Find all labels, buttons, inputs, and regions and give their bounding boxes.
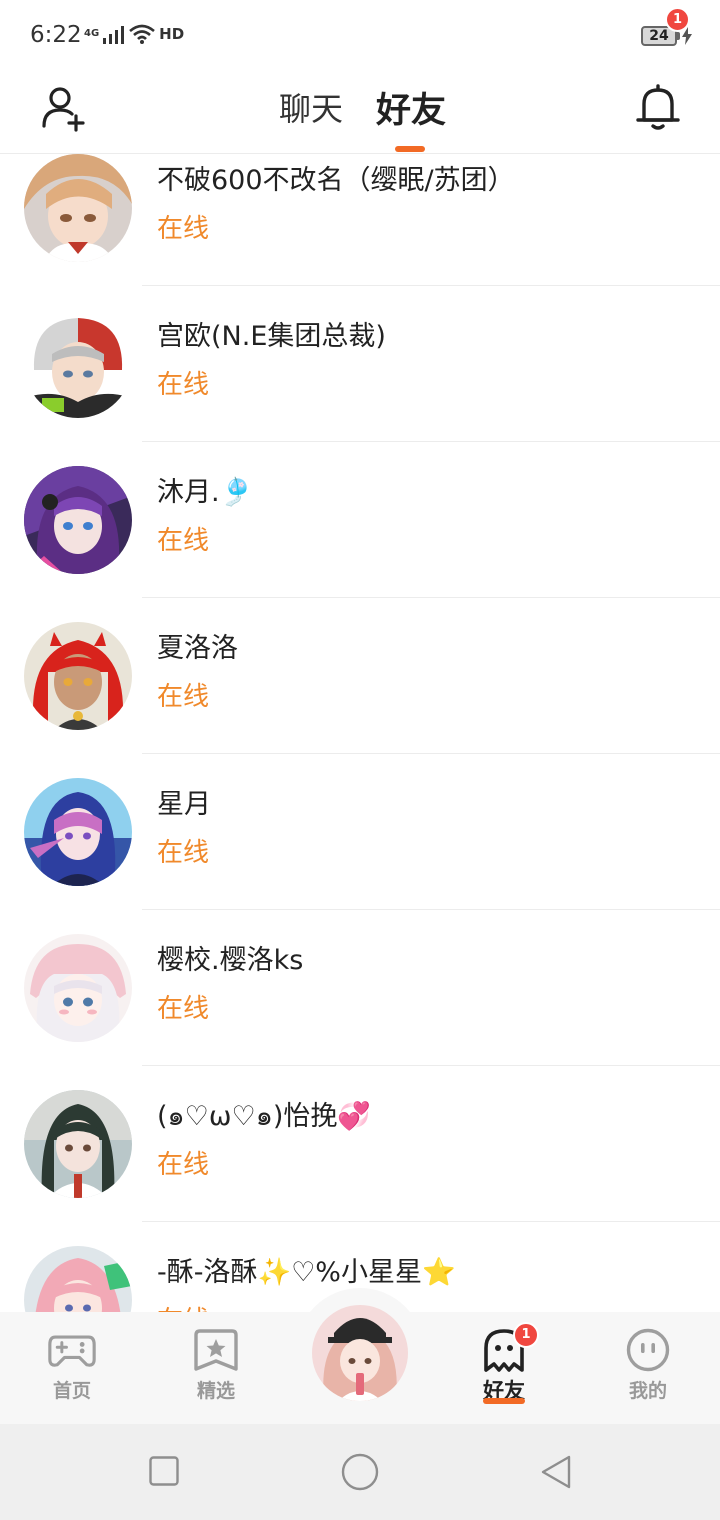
system-nav-bar [0,1424,720,1520]
friend-name: 宫欧(N.E集团总裁) [157,321,386,352]
bell-icon [636,84,680,130]
friend-name: 不破600不改名（缨眠/苏团） [157,165,515,196]
hd-indicator: HD [159,25,185,43]
add-friend-button[interactable] [40,84,88,132]
status-bar: 6:22 4G HD 24 [0,0,720,72]
status-time: 6:22 [30,22,82,48]
nav-profile[interactable]: 我的 [598,1312,698,1424]
avatar[interactable] [24,466,132,574]
avatar[interactable] [24,934,132,1042]
friend-status: 在线 [157,838,210,868]
avatar[interactable] [24,622,132,730]
battery-level: 24 [649,28,669,44]
friend-name: 沐月.🎐 [157,477,254,508]
active-tab-indicator [395,146,425,152]
friend-name: 星月 [157,789,211,820]
tab-friends[interactable]: 好友 [376,82,446,133]
home-circle-icon[interactable] [341,1453,379,1491]
notification-button[interactable] [634,82,682,132]
nav-featured[interactable]: 精选 [166,1312,266,1424]
status-icons: 4G HD [84,24,184,44]
nav-home[interactable]: 首页 [22,1312,122,1424]
wifi-icon [129,24,156,44]
tab-chat[interactable]: 聊天 [279,84,343,130]
friend-item[interactable]: (๑♡ω♡๑)怡挽💞 在线 [0,1066,720,1222]
friend-item[interactable]: 沐月.🎐 在线 [0,442,720,598]
face-icon [626,1328,670,1372]
gamepad-icon [48,1335,96,1367]
nav-active-underline [483,1398,525,1404]
friend-list[interactable]: 不破600不改名（缨眠/苏团） 在线 宫欧(N.E集团总裁) 在线 沐月.🎐 在… [0,154,720,1312]
friend-status: 在线 [157,214,210,244]
avatar[interactable] [24,778,132,886]
friend-status: 在线 [157,526,210,556]
recent-apps-icon[interactable] [149,1456,179,1486]
friend-item[interactable]: 夏洛洛 在线 [0,598,720,754]
battery-tip [677,32,680,40]
network-type: 4G [84,28,100,39]
friend-status: 在线 [157,370,210,400]
avatar[interactable] [24,154,132,262]
friend-status: 在线 [157,1300,209,1312]
friend-name: 樱校.樱洛ks [157,945,304,976]
friend-item[interactable]: 星月 在线 [0,754,720,910]
add-user-icon [42,87,85,132]
notification-badge: 1 [665,7,690,32]
back-triangle-icon[interactable] [540,1454,572,1490]
friend-item[interactable]: 宫欧(N.E集团总裁) 在线 [0,286,720,442]
friend-status: 在线 [157,1150,210,1180]
friend-name: -酥-洛酥✨♡%小星星⭐ [157,1257,456,1288]
friend-status: 在线 [157,682,210,712]
nav-featured-label: 精选 [196,1380,235,1402]
friend-item[interactable]: 樱校.樱洛ks 在线 [0,910,720,1066]
avatar[interactable] [24,1090,132,1198]
friend-name: 夏洛洛 [157,633,238,664]
friend-item[interactable]: 不破600不改名（缨眠/苏团） 在线 [0,154,720,286]
friend-name: (๑♡ω♡๑)怡挽💞 [157,1101,371,1132]
friend-status: 在线 [157,994,210,1024]
nav-friends[interactable]: 好友 [454,1312,554,1424]
signal-icon [103,26,125,44]
star-bookmark-icon [194,1329,238,1371]
nav-profile-label: 我的 [628,1380,667,1402]
friends-badge: 1 [513,1322,539,1348]
header: 聊天 好友 [0,72,720,154]
avatar[interactable] [24,310,132,418]
center-avatar-button[interactable] [312,1305,408,1401]
avatar[interactable] [24,1246,132,1312]
nav-home-label: 首页 [52,1380,91,1402]
